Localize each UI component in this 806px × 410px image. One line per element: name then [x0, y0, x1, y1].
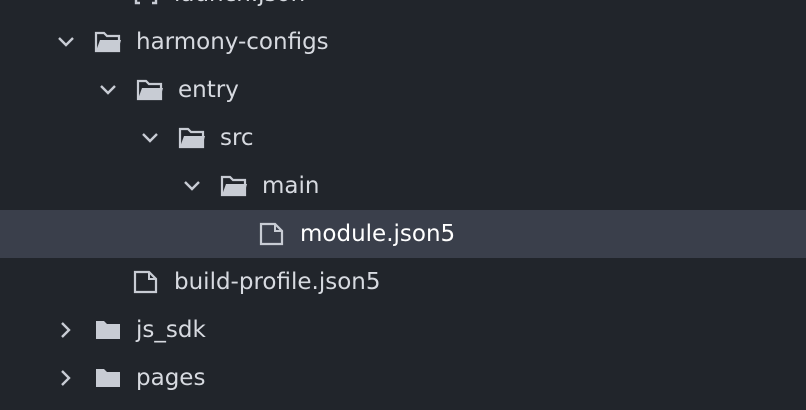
tree-item-js-sdk[interactable]: js_sdk — [0, 306, 806, 354]
chevron-down-icon[interactable] — [98, 80, 118, 100]
tree-item-entry[interactable]: entry — [0, 66, 806, 114]
chevron-right-icon[interactable] — [56, 320, 76, 340]
tree-item-label: pages — [136, 365, 206, 391]
folder-open-icon — [94, 30, 122, 54]
chevron-right-icon[interactable] — [56, 368, 76, 388]
tree-item-label: entry — [178, 77, 239, 103]
chevron-down-icon[interactable] — [56, 32, 76, 52]
tree-item-label: main — [262, 173, 320, 199]
tree-item-src[interactable]: src — [0, 114, 806, 162]
folder-open-icon — [220, 174, 248, 198]
tree-item-pages[interactable]: pages — [0, 354, 806, 402]
tree-item-label: harmony-configs — [136, 29, 329, 55]
folder-open-icon — [136, 78, 164, 102]
tree-item-harmony-configs[interactable]: harmony-configs — [0, 18, 806, 66]
folder-closed-icon — [94, 318, 122, 342]
chevron-down-icon[interactable] — [182, 176, 202, 196]
file-icon — [258, 222, 286, 246]
tree-item-module-json5[interactable]: module.json5 — [0, 210, 806, 258]
tree-item-label: module.json5 — [300, 221, 456, 247]
chevron-down-icon[interactable] — [140, 128, 160, 148]
tree-item-launch-json[interactable]: launch.json — [0, 0, 806, 18]
tree-item-label: launch.json — [174, 0, 305, 18]
tree-item-main[interactable]: main — [0, 162, 806, 210]
tree-item-build-profile-json5[interactable]: build-profile.json5 — [0, 258, 806, 306]
bracket-file-icon — [132, 0, 160, 6]
tree-item-label: build-profile.json5 — [174, 269, 381, 295]
file-explorer-tree: launch.json harmony-configs entry — [0, 0, 806, 410]
tree-item-label: js_sdk — [136, 317, 206, 343]
folder-closed-icon — [94, 366, 122, 390]
folder-open-icon — [178, 126, 206, 150]
file-icon — [132, 270, 160, 294]
tree-item-label: src — [220, 125, 254, 151]
